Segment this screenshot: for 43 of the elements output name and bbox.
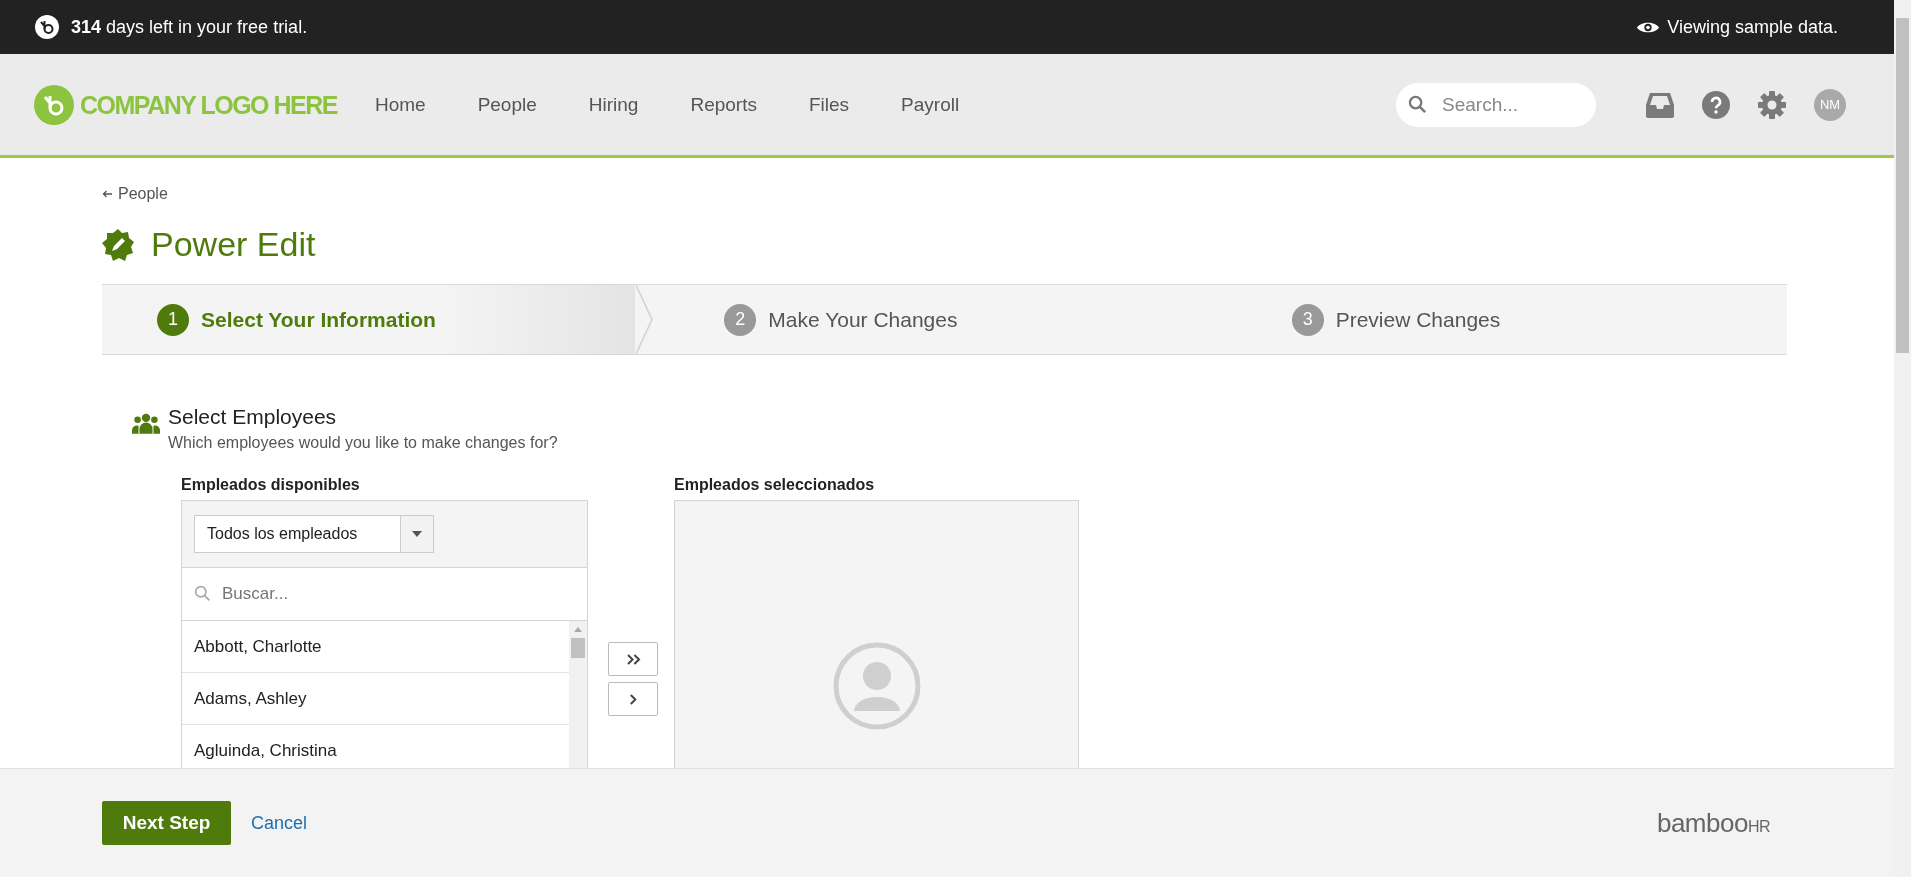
help-icon[interactable] <box>1702 90 1730 119</box>
search-field[interactable]: Search... <box>1396 82 1596 127</box>
user-placeholder-icon <box>831 641 922 731</box>
nav-link[interactable]: People <box>477 93 537 116</box>
step-tab[interactable]: 3 Preview Changes <box>1219 285 1787 354</box>
cancel-link[interactable]: Cancel <box>251 812 308 834</box>
scroll-thumb[interactable] <box>571 638 585 658</box>
nav-link[interactable]: Reports <box>690 93 757 116</box>
chevron-icon <box>628 693 638 705</box>
scroll-thumb[interactable] <box>1896 18 1909 353</box>
logo-icon <box>35 15 59 39</box>
double-chevron-icon <box>625 653 641 665</box>
settings-icon[interactable] <box>1758 90 1786 119</box>
sample-data-notice: Viewing sample data. <box>1667 16 1838 38</box>
back-arrow-icon <box>102 190 112 198</box>
scroll-up-icon[interactable] <box>574 627 582 632</box>
add-all-button[interactable] <box>608 642 658 676</box>
badge-pencil-icon <box>102 228 134 261</box>
list-label: Empleados disponibles <box>181 476 361 494</box>
add-button[interactable] <box>608 682 658 716</box>
people-icon <box>132 413 160 434</box>
section-subtitle: Which employees would you like to make changes for? <box>168 434 558 452</box>
logo-icon <box>34 84 74 125</box>
page-title: Power Edit <box>151 225 316 264</box>
section-title: Select Employees <box>168 405 338 429</box>
nav-link[interactable]: Payroll <box>901 93 960 116</box>
search-icon <box>194 585 211 602</box>
filter-dropdown[interactable]: Todos los empleados <box>194 515 434 553</box>
trial-notice: 314 days left in your free trial. <box>71 16 308 38</box>
nav-link[interactable]: Files <box>808 93 850 116</box>
list-label: Empleados seleccionados <box>674 476 876 494</box>
back-link[interactable]: People <box>102 185 168 203</box>
bamboohr-logo: bambooHR <box>1656 807 1770 839</box>
scrollbar[interactable] <box>569 621 587 768</box>
inbox-icon[interactable] <box>1646 91 1674 118</box>
nav-link[interactable]: Home <box>374 93 426 116</box>
step-tab[interactable]: 2 Make Your Changes <box>652 285 1220 354</box>
search-icon <box>1408 94 1427 114</box>
scrollbar[interactable] <box>1894 0 1911 877</box>
employee-search-field[interactable]: Buscar... <box>182 568 587 620</box>
next-step-button[interactable]: Next Step <box>102 801 231 845</box>
caret-icon <box>412 531 422 537</box>
nav-link[interactable]: Hiring <box>588 93 639 116</box>
